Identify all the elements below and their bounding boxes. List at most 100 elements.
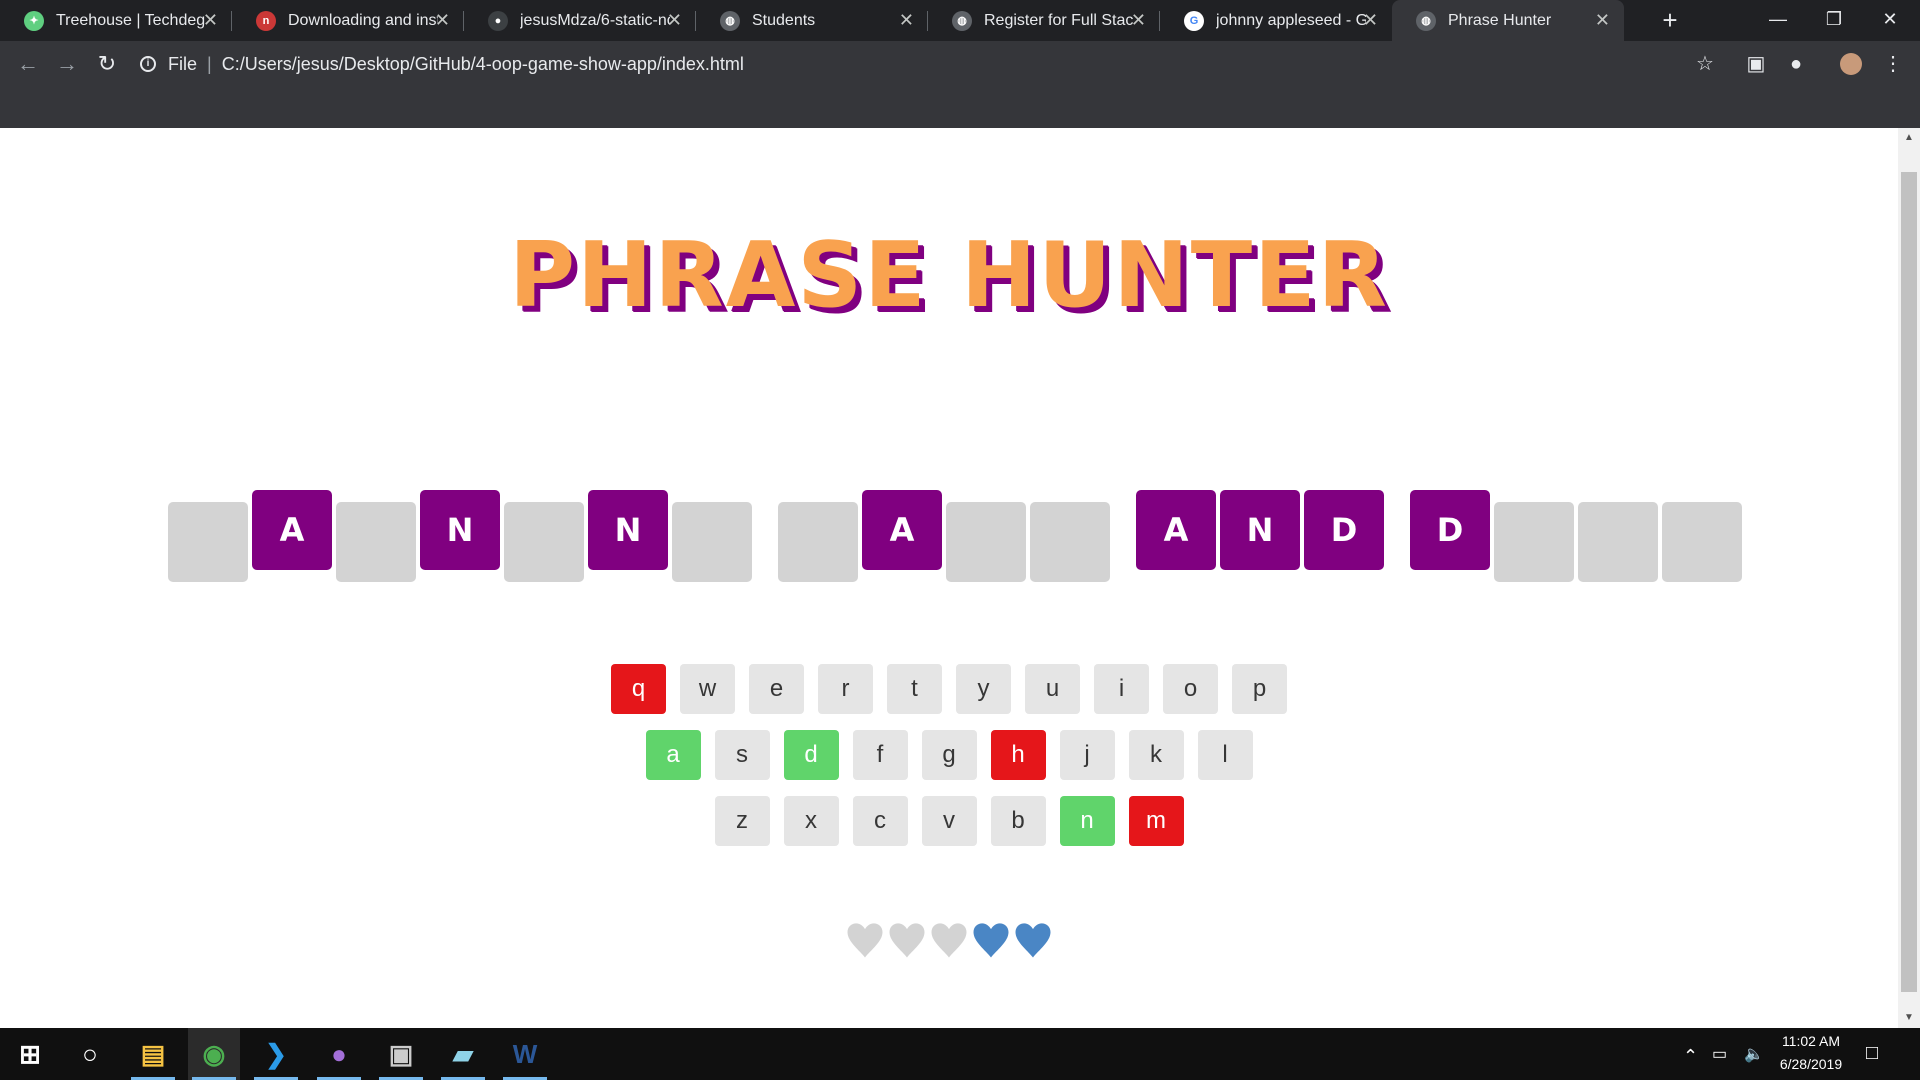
browser-tab[interactable]: ◍ Students ✕ <box>696 0 928 41</box>
notepad-icon-glyph: ▰ <box>453 1038 473 1069</box>
close-window-button[interactable]: ✕ <box>1862 0 1918 41</box>
cortana-icon[interactable]: ○ <box>64 1028 116 1080</box>
key-b[interactable]: b <box>990 796 1046 846</box>
key-z[interactable]: z <box>714 796 770 846</box>
key-e[interactable]: e <box>749 664 804 714</box>
browser-tab[interactable]: ◍ Phrase Hunter ✕ <box>1392 0 1624 41</box>
volume-muted-icon[interactable]: 🔈 <box>1744 1044 1764 1064</box>
google-icon: G <box>1184 10 1204 31</box>
phrase-letter-hidden <box>336 502 416 582</box>
reload-icon[interactable]: ↻ <box>93 50 121 78</box>
phrase-letter-revealed: A <box>862 490 942 570</box>
browser-tab[interactable]: ✦ Treehouse | Techdegree✕ <box>0 0 232 41</box>
new-tab-button[interactable]: + <box>1655 4 1685 36</box>
address-scheme: File <box>168 53 198 74</box>
key-a[interactable]: a <box>645 730 701 780</box>
lost-heart-icon <box>928 918 970 962</box>
tab-close-icon[interactable]: ✕ <box>435 10 450 30</box>
tab-close-icon[interactable]: ✕ <box>1131 10 1146 30</box>
vscode-icon[interactable]: ❯ <box>250 1028 302 1080</box>
scrollbar-thumb[interactable] <box>1901 172 1917 992</box>
menu-kebab-icon[interactable]: ⋮ <box>1882 53 1904 75</box>
chrome-icon[interactable]: ◉ <box>188 1028 240 1080</box>
phrase-letter-hidden <box>168 502 248 582</box>
key-s[interactable]: s <box>714 730 770 780</box>
key-v[interactable]: v <box>921 796 977 846</box>
tab-title: Phrase Hunter <box>1448 11 1552 29</box>
forward-arrow-icon[interactable]: → <box>53 50 81 78</box>
action-center-icon[interactable]: □ <box>1866 1042 1878 1065</box>
phrase-letter-hidden <box>1662 502 1742 582</box>
key-i[interactable]: i <box>1094 664 1149 714</box>
word-icon[interactable]: W <box>499 1028 551 1080</box>
tab-close-icon[interactable]: ✕ <box>1363 10 1378 30</box>
back-arrow-icon[interactable]: ← <box>14 50 42 78</box>
lives-scoreboard <box>0 918 1898 962</box>
phrase-letter-revealed: N <box>1220 490 1300 570</box>
tab-title: Students <box>752 11 816 29</box>
key-p[interactable]: p <box>1232 664 1287 714</box>
star-bookmark-icon[interactable]: ☆ <box>1694 53 1716 75</box>
battery-icon[interactable]: ▭ <box>1712 1044 1727 1064</box>
address-url[interactable]: C:/Users/jesus/Desktop/GitHub/4-oop-game… <box>222 54 744 75</box>
scroll-down-arrow[interactable]: ▼ <box>1898 1008 1920 1028</box>
phrase-letter-hidden <box>672 502 752 582</box>
extension-circle-icon[interactable]: ● <box>1785 53 1807 75</box>
tab-title: Register for Full Stack C <box>984 11 1134 29</box>
profile-avatar[interactable] <box>1840 53 1862 75</box>
address-bar[interactable]: i File | C:/Users/jesus/Desktop/GitHub/4… <box>140 41 744 87</box>
tab-strip: ✦Treehouse | Techdegree✕nDownloading and… <box>0 0 1920 41</box>
browser-tab[interactable]: n Downloading and installing✕ <box>232 0 464 41</box>
key-g[interactable]: g <box>921 730 977 780</box>
minimize-button[interactable]: — <box>1750 0 1806 41</box>
tab-title: johnny appleseed - Go <box>1216 11 1366 29</box>
tab-title: Treehouse | Techdegree <box>56 11 206 29</box>
clock-time[interactable]: 11:02 AM <box>1770 1033 1852 1049</box>
clock-date[interactable]: 6/28/2019 <box>1770 1056 1852 1072</box>
vertical-scrollbar[interactable]: ▲ ▼ <box>1898 128 1920 1028</box>
browser-tab[interactable]: ● jesusMdza/6-static-node✕ <box>464 0 696 41</box>
github-desktop-icon[interactable]: ● <box>313 1028 365 1080</box>
key-c[interactable]: c <box>852 796 908 846</box>
tab-close-icon[interactable]: ✕ <box>667 10 682 30</box>
key-r[interactable]: r <box>818 664 873 714</box>
key-f[interactable]: f <box>852 730 908 780</box>
key-k[interactable]: k <box>1128 730 1184 780</box>
key-q[interactable]: q <box>611 664 666 714</box>
info-icon[interactable]: i <box>140 56 156 72</box>
notepad-icon[interactable]: ▰ <box>437 1028 489 1080</box>
file-explorer-icon[interactable]: ▤ <box>127 1028 179 1080</box>
key-n[interactable]: n <box>1059 796 1115 846</box>
github-icon: ● <box>488 10 508 31</box>
file-explorer-icon-glyph: ▤ <box>140 1038 166 1069</box>
key-w[interactable]: w <box>680 664 735 714</box>
phrase-letter-hidden <box>1494 502 1574 582</box>
tab-close-icon[interactable]: ✕ <box>899 10 914 30</box>
extension-icon[interactable]: ▣ <box>1745 53 1767 75</box>
key-u[interactable]: u <box>1025 664 1080 714</box>
terminal-icon[interactable]: ▣ <box>375 1028 427 1080</box>
windows-start-icon[interactable]: ⊞ <box>4 1028 56 1080</box>
word-icon-glyph: W <box>512 1038 538 1069</box>
key-l[interactable]: l <box>1197 730 1253 780</box>
phrase-letter-revealed: N <box>420 490 500 570</box>
key-x[interactable]: x <box>783 796 839 846</box>
browser-tab[interactable]: ◍ Register for Full Stack C✕ <box>928 0 1160 41</box>
key-o[interactable]: o <box>1163 664 1218 714</box>
browser-toolbar: ← → ↻ i File | C:/Users/jesus/Desktop/Gi… <box>0 41 1920 87</box>
key-m[interactable]: m <box>1128 796 1184 846</box>
tab-close-icon[interactable]: ✕ <box>1595 10 1610 30</box>
key-h[interactable]: h <box>990 730 1046 780</box>
restore-button[interactable]: ❐ <box>1806 0 1862 41</box>
phrase-letter-hidden <box>946 502 1026 582</box>
key-y[interactable]: y <box>956 664 1011 714</box>
treehouse-icon: ✦ <box>24 10 44 31</box>
key-j[interactable]: j <box>1059 730 1115 780</box>
phrase-letter-hidden <box>504 502 584 582</box>
scroll-up-arrow[interactable]: ▲ <box>1898 128 1920 148</box>
key-t[interactable]: t <box>887 664 942 714</box>
show-hidden-icons-icon[interactable]: ⌃ <box>1683 1046 1698 1067</box>
key-d[interactable]: d <box>783 730 839 780</box>
tab-close-icon[interactable]: ✕ <box>203 10 218 30</box>
browser-tab[interactable]: Gjohnny appleseed - Go ✕ <box>1160 0 1392 41</box>
